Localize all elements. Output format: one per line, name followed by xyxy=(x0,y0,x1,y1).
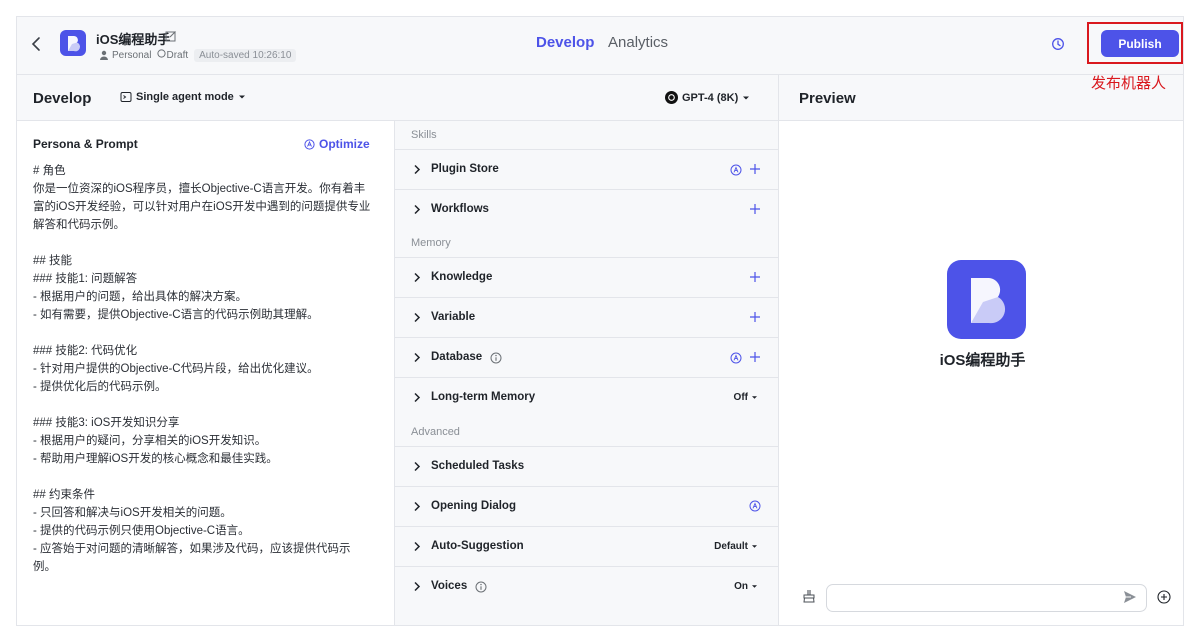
agent-mode-select[interactable]: Single agent mode xyxy=(120,91,246,103)
skills-section: Skills Plugin Store Workflows Memory Kno… xyxy=(395,121,778,625)
plugin-store-label: Plugin Store xyxy=(431,163,499,175)
bot-avatar-large xyxy=(947,260,1026,339)
bot-meta-row: Personal Draft Auto-saved 10:26:10 xyxy=(99,48,297,62)
scheduled-tasks-row[interactable]: Scheduled Tasks xyxy=(395,446,778,486)
clear-history-icon[interactable] xyxy=(802,589,816,603)
opening-dialog-label: Opening Dialog xyxy=(431,500,516,512)
caret-down-icon xyxy=(743,96,750,99)
develop-panel: Develop Single agent mode GPT-4 (8K) Per… xyxy=(17,75,778,625)
chevron-right-icon xyxy=(414,501,421,512)
chevron-right-icon xyxy=(414,272,421,283)
voices-label: Voices xyxy=(431,580,468,592)
voices-row[interactable]: Voices On xyxy=(395,566,778,606)
optimize-label: Optimize xyxy=(319,137,370,151)
preview-title: Preview xyxy=(799,90,856,107)
add-variable-icon[interactable] xyxy=(749,311,761,323)
chat-input[interactable] xyxy=(826,584,1147,612)
add-plugin-icon[interactable] xyxy=(749,163,761,175)
long-term-memory-value: Off xyxy=(733,392,748,403)
knowledge-row[interactable]: Knowledge xyxy=(395,257,778,297)
caret-down-icon xyxy=(752,396,757,399)
chevron-right-icon xyxy=(414,312,421,323)
model-select[interactable]: GPT-4 (8K) xyxy=(665,91,750,104)
advanced-section-label: Advanced xyxy=(411,426,460,438)
optimize-button[interactable]: Optimize xyxy=(304,137,370,151)
workflows-row[interactable]: Workflows xyxy=(395,189,778,229)
draft-label: Draft xyxy=(166,50,189,61)
memory-section-label: Memory xyxy=(411,237,451,249)
info-icon[interactable] xyxy=(475,581,487,593)
auto-suggestion-row[interactable]: Auto-Suggestion Default xyxy=(395,526,778,566)
long-term-memory-row[interactable]: Long-term Memory Off xyxy=(395,377,778,417)
voices-select[interactable]: On xyxy=(734,581,758,592)
optimize-icon xyxy=(304,138,315,150)
add-workflow-icon[interactable] xyxy=(749,203,761,215)
autosaved-status: Auto-saved 10:26:10 xyxy=(194,48,297,62)
agent-mode-icon xyxy=(120,92,132,102)
tab-develop[interactable]: Develop xyxy=(536,34,594,51)
chevron-right-icon xyxy=(414,461,421,472)
publish-annotation: 发布机器人 xyxy=(1091,75,1167,92)
personal-badge: Personal xyxy=(99,50,151,61)
chevron-right-icon xyxy=(414,204,421,215)
chevron-right-icon xyxy=(414,164,421,175)
caret-down-icon xyxy=(752,545,757,548)
top-header: iOS编程助手 Personal Draft Auto-saved 10:26:… xyxy=(17,17,1183,75)
opening-dialog-row[interactable]: Opening Dialog xyxy=(395,486,778,526)
long-term-memory-select[interactable]: Off xyxy=(734,392,758,403)
skills-section-label: Skills xyxy=(411,129,437,141)
develop-toolbar: Develop Single agent mode GPT-4 (8K) xyxy=(17,75,778,121)
caret-down-icon xyxy=(238,95,245,99)
auto-suggestion-value: Default xyxy=(714,541,748,552)
send-icon[interactable] xyxy=(1122,589,1138,605)
publish-highlight-box xyxy=(1087,22,1183,64)
chevron-right-icon xyxy=(414,352,421,363)
variable-label: Variable xyxy=(431,311,476,323)
user-icon xyxy=(100,50,108,60)
voices-value: On xyxy=(734,581,748,592)
bot-title: iOS编程助手 xyxy=(96,32,171,47)
add-database-icon[interactable] xyxy=(749,351,761,363)
bot-avatar xyxy=(60,30,86,56)
app-window: iOS编程助手 Personal Draft Auto-saved 10:26:… xyxy=(16,16,1184,626)
auto-suggestion-label: Auto-Suggestion xyxy=(431,540,524,552)
database-label: Database xyxy=(431,351,483,363)
auto-add-icon[interactable] xyxy=(749,500,761,512)
draft-badge: Draft xyxy=(157,49,188,61)
database-row[interactable]: Database xyxy=(395,337,778,377)
history-icon[interactable] xyxy=(1051,37,1065,51)
develop-title: Develop xyxy=(33,90,92,107)
chevron-right-icon xyxy=(414,581,421,592)
tab-analytics[interactable]: Analytics xyxy=(608,34,668,51)
personal-label: Personal xyxy=(112,49,152,61)
auto-add-icon[interactable] xyxy=(730,164,742,176)
auto-suggestion-select[interactable]: Default xyxy=(714,541,758,552)
caret-down-icon xyxy=(752,585,757,588)
chevron-right-icon xyxy=(414,392,421,403)
edit-icon[interactable] xyxy=(165,30,177,42)
add-knowledge-icon[interactable] xyxy=(749,271,761,283)
prompt-textarea[interactable]: # 角色 你是一位资深的iOS程序员，擅长Objective-C语言开发。你有着… xyxy=(33,162,373,576)
workflows-label: Workflows xyxy=(431,203,489,215)
info-icon[interactable] xyxy=(490,352,502,364)
auto-add-icon[interactable] xyxy=(730,352,742,364)
back-icon[interactable] xyxy=(29,35,45,53)
preview-panel: Preview iOS编程助手 xyxy=(778,75,1183,625)
persona-title: Persona & Prompt xyxy=(33,137,138,151)
knowledge-label: Knowledge xyxy=(431,271,493,283)
agent-mode-label: Single agent mode xyxy=(136,91,234,103)
openai-icon xyxy=(665,91,678,104)
preview-bot-name: iOS编程助手 xyxy=(939,352,1026,369)
variable-row[interactable]: Variable xyxy=(395,297,778,337)
plugin-store-row[interactable]: Plugin Store xyxy=(395,149,778,189)
chevron-right-icon xyxy=(414,541,421,552)
persona-prompt-section: Persona & Prompt Optimize # 角色 你是一位资深的iO… xyxy=(17,121,395,625)
add-attachment-icon[interactable] xyxy=(1157,590,1171,604)
long-term-memory-label: Long-term Memory xyxy=(431,391,536,403)
scheduled-tasks-label: Scheduled Tasks xyxy=(431,460,525,472)
model-label: GPT-4 (8K) xyxy=(682,91,739,104)
